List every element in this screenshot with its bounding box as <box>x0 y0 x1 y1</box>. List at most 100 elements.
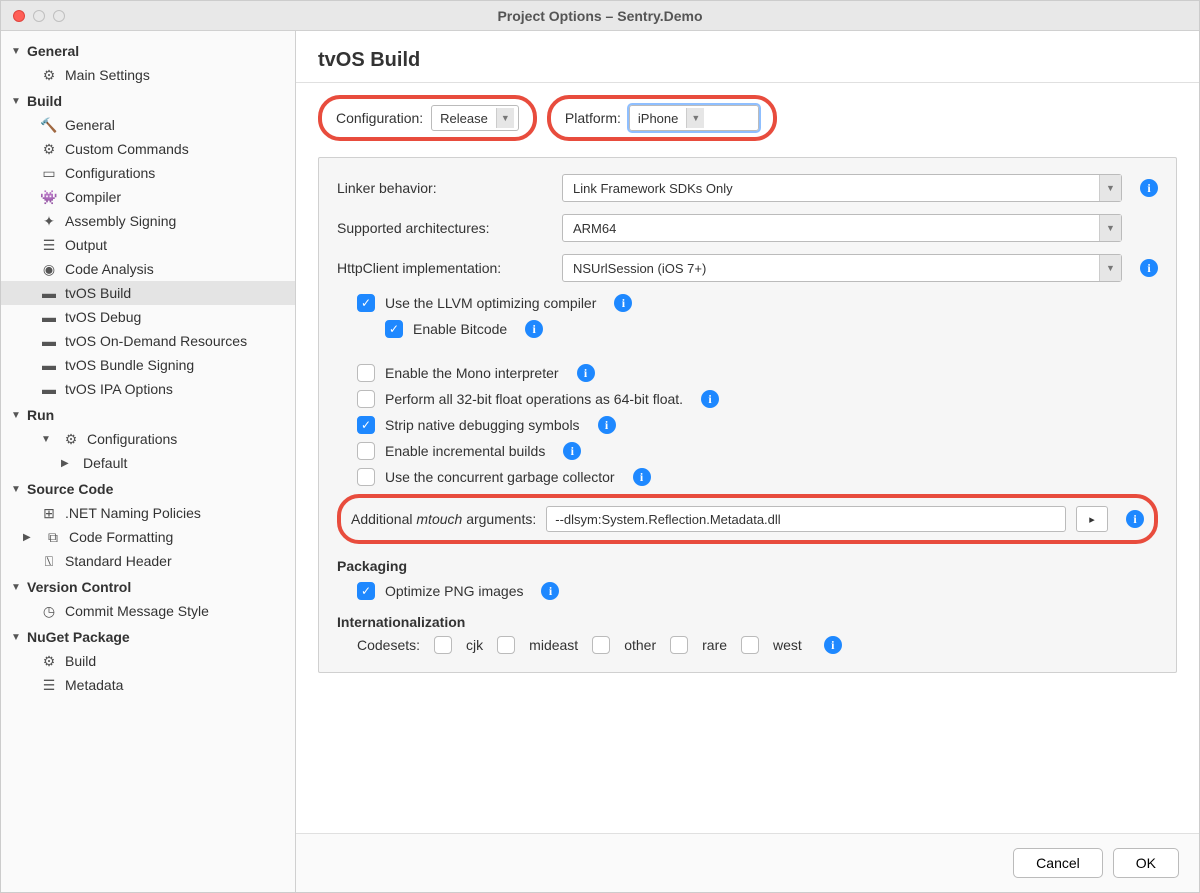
rare-checkbox[interactable] <box>670 636 688 654</box>
sidebar-item-assembly-signing[interactable]: ✦Assembly Signing <box>1 209 295 233</box>
sidebar-section-general[interactable]: ▼General <box>1 39 295 63</box>
sidebar-section-build[interactable]: ▼Build <box>1 89 295 113</box>
titlebar: Project Options – Sentry.Demo <box>1 1 1199 31</box>
info-icon[interactable]: i <box>525 320 543 338</box>
sidebar-item-nuget-build[interactable]: ⚙Build <box>1 649 295 673</box>
platform-select[interactable]: iPhone ▼ <box>629 105 759 131</box>
incremental-label: Enable incremental builds <box>385 443 545 459</box>
info-icon[interactable]: i <box>541 582 559 600</box>
info-icon[interactable]: i <box>563 442 581 460</box>
strip-checkbox[interactable]: ✓ <box>357 416 375 434</box>
mtouch-input[interactable]: --dlsym:System.Reflection.Metadata.dll <box>546 506 1066 532</box>
config-platform-bar: Configuration: Release ▼ Platform: iPhon… <box>296 83 1199 147</box>
mono-checkbox[interactable] <box>357 364 375 382</box>
i18n-heading: Internationalization <box>337 614 1158 630</box>
project-options-window: Project Options – Sentry.Demo ▼General ⚙… <box>0 0 1200 893</box>
bitcode-checkbox[interactable]: ✓ <box>385 320 403 338</box>
mideast-checkbox[interactable] <box>497 636 515 654</box>
sidebar-item-code-analysis[interactable]: ◉Code Analysis <box>1 257 295 281</box>
sidebar-item-default[interactable]: ▶Default <box>1 451 295 475</box>
highlight-mtouch: Additional mtouch arguments: --dlsym:Sys… <box>337 494 1158 544</box>
sidebar-section-version-control[interactable]: ▼Version Control <box>1 575 295 599</box>
chevron-down-icon: ▼ <box>686 108 704 128</box>
gear-icon: ⚙ <box>41 141 57 157</box>
sidebar-item-output[interactable]: ☰Output <box>1 233 295 257</box>
other-checkbox[interactable] <box>592 636 610 654</box>
linker-select[interactable]: Link Framework SDKs Only▼ <box>562 174 1122 202</box>
mtouch-expand-button[interactable]: ▸ <box>1076 506 1108 532</box>
optimize-png-label: Optimize PNG images <box>385 583 523 599</box>
sidebar-item-standard-header[interactable]: ⍂Standard Header <box>1 549 295 573</box>
chevron-down-icon: ▼ <box>496 108 514 128</box>
info-icon[interactable]: i <box>598 416 616 434</box>
grid-icon: ⊞ <box>41 505 57 521</box>
footer: Cancel OK <box>296 833 1199 892</box>
incremental-checkbox[interactable] <box>357 442 375 460</box>
sidebar-section-run[interactable]: ▼Run <box>1 403 295 427</box>
info-icon[interactable]: i <box>701 390 719 408</box>
highlight-configuration: Configuration: Release ▼ <box>318 95 537 141</box>
float-checkbox[interactable] <box>357 390 375 408</box>
info-icon[interactable]: i <box>1126 510 1144 528</box>
doc-icon: ☰ <box>41 677 57 693</box>
http-select[interactable]: NSUrlSession (iOS 7+)▼ <box>562 254 1122 282</box>
window-title: Project Options – Sentry.Demo <box>1 8 1199 24</box>
doc-icon: ☰ <box>41 237 57 253</box>
sidebar-item-compiler[interactable]: 👾Compiler <box>1 185 295 209</box>
sidebar-item-build-general[interactable]: 🔨General <box>1 113 295 137</box>
tv-icon: ▬ <box>41 309 57 325</box>
sidebar-item-tvos-ondemand[interactable]: ▬tvOS On-Demand Resources <box>1 329 295 353</box>
packaging-heading: Packaging <box>337 558 1158 574</box>
west-checkbox[interactable] <box>741 636 759 654</box>
chevron-down-icon: ▼ <box>1099 215 1121 241</box>
sidebar-item-main-settings[interactable]: ⚙ Main Settings <box>1 63 295 87</box>
chevron-down-icon: ▼ <box>1099 255 1121 281</box>
gc-label: Use the concurrent garbage collector <box>385 469 615 485</box>
gc-checkbox[interactable] <box>357 468 375 486</box>
sidebar-item-naming[interactable]: ⊞.NET Naming Policies <box>1 501 295 525</box>
sidebar-item-tvos-debug[interactable]: ▬tvOS Debug <box>1 305 295 329</box>
mtouch-label: Additional mtouch arguments: <box>351 511 536 527</box>
llvm-checkbox[interactable]: ✓ <box>357 294 375 312</box>
sidebar-item-tvos-build[interactable]: ▬tvOS Build <box>1 281 295 305</box>
info-icon[interactable]: i <box>1140 259 1158 277</box>
gear-icon: ⚙ <box>41 653 57 669</box>
sidebar-item-configurations[interactable]: ▭Configurations <box>1 161 295 185</box>
tv-icon: ▬ <box>41 357 57 373</box>
tv-icon: ▬ <box>41 285 57 301</box>
cancel-button[interactable]: Cancel <box>1013 848 1103 878</box>
sidebar-item-tvos-ipa[interactable]: ▬tvOS IPA Options <box>1 377 295 401</box>
ok-button[interactable]: OK <box>1113 848 1179 878</box>
mono-label: Enable the Mono interpreter <box>385 365 559 381</box>
window-icon: ▭ <box>41 165 57 181</box>
page-title: tvOS Build <box>296 31 1199 83</box>
sidebar-section-source-code[interactable]: ▼Source Code <box>1 477 295 501</box>
sidebar-item-custom-commands[interactable]: ⚙Custom Commands <box>1 137 295 161</box>
configuration-select[interactable]: Release ▼ <box>431 105 519 131</box>
sidebar: ▼General ⚙ Main Settings ▼Build 🔨General… <box>1 31 296 892</box>
build-panel: Linker behavior: Link Framework SDKs Onl… <box>318 157 1177 673</box>
arch-label: Supported architectures: <box>337 220 552 236</box>
info-icon[interactable]: i <box>824 636 842 654</box>
tv-icon: ▬ <box>41 381 57 397</box>
chevron-down-icon: ▼ <box>1099 175 1121 201</box>
arch-select[interactable]: ARM64▼ <box>562 214 1122 242</box>
platform-label: Platform: <box>565 110 621 126</box>
llvm-label: Use the LLVM optimizing compiler <box>385 295 596 311</box>
sidebar-item-commit-style[interactable]: ◷Commit Message Style <box>1 599 295 623</box>
sidebar-item-configurations-run[interactable]: ▼⚙Configurations <box>1 427 295 451</box>
info-icon[interactable]: i <box>614 294 632 312</box>
doc-icon: ⧉ <box>45 529 61 545</box>
info-icon[interactable]: i <box>1140 179 1158 197</box>
optimize-png-checkbox[interactable]: ✓ <box>357 582 375 600</box>
sidebar-item-tvos-bundle-signing[interactable]: ▬tvOS Bundle Signing <box>1 353 295 377</box>
info-icon[interactable]: i <box>633 468 651 486</box>
badge-icon: ✦ <box>41 213 57 229</box>
info-icon[interactable]: i <box>577 364 595 382</box>
sidebar-section-nuget[interactable]: ▼NuGet Package <box>1 625 295 649</box>
cjk-checkbox[interactable] <box>434 636 452 654</box>
sidebar-item-nuget-metadata[interactable]: ☰Metadata <box>1 673 295 697</box>
sidebar-item-code-formatting[interactable]: ▶⧉Code Formatting <box>1 525 295 549</box>
header-icon: ⍂ <box>41 553 57 569</box>
gear-icon: ⚙ <box>63 431 79 447</box>
